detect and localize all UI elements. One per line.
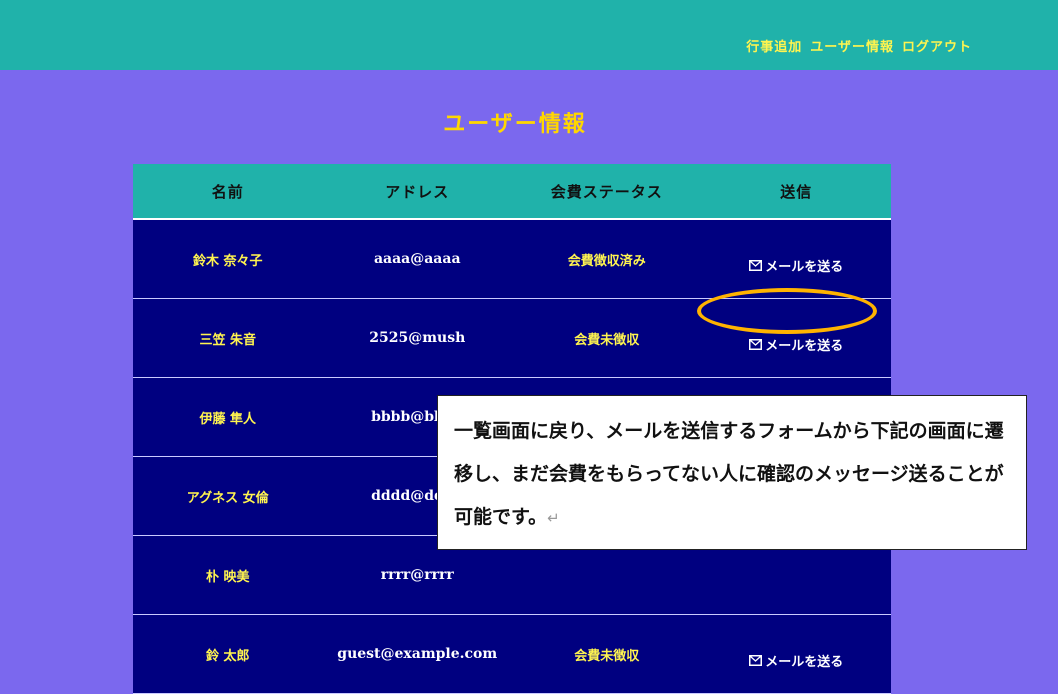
send-mail-label: メールを送る <box>765 339 844 354</box>
table-header-row: 名前 アドレス 会費ステータス 送信 <box>133 164 891 220</box>
column-header-send: 送信 <box>701 164 891 220</box>
nav-logout[interactable]: ログアウト <box>902 36 972 55</box>
callout-text: 一覧画面に戻り、メールを送信するフォームから下記の画面に遷移し、まだ会費をもらっ… <box>454 420 1004 528</box>
nav-user-info[interactable]: ユーザー情報 <box>810 36 894 55</box>
envelope-icon <box>749 655 763 666</box>
send-mail-button[interactable]: メールを送る <box>749 651 843 670</box>
envelope-icon <box>749 339 763 350</box>
table-row: 鈴木 奈々子 aaaa@aaaa 会費徴収済みメールを送る <box>133 219 891 299</box>
table-row: 鈴 太郎 guest@example.com 会費未徴収メールを送る <box>133 614 891 694</box>
cell-name: 朴 映美 <box>133 535 323 615</box>
top-header: 行事追加 ユーザー情報 ログアウト <box>0 0 1058 70</box>
cell-email: 2525@mush <box>322 298 512 378</box>
explanation-callout: 一覧画面に戻り、メールを送信するフォームから下記の画面に遷移し、まだ会費をもらっ… <box>437 395 1027 550</box>
highlight-ring <box>697 288 877 334</box>
page-title: ユーザー情報 <box>443 112 587 137</box>
cell-fee-status: 会費徴収済み <box>512 219 702 299</box>
column-header-name: 名前 <box>133 164 323 220</box>
send-mail-label: メールを送る <box>765 655 844 670</box>
cell-email: aaaa@aaaa <box>322 219 512 299</box>
cell-send: メールを送る <box>701 219 891 299</box>
cell-send: メールを送る <box>701 614 891 694</box>
send-mail-button[interactable]: メールを送る <box>749 256 843 275</box>
nav-menu: 行事追加 ユーザー情報 ログアウト <box>746 36 972 55</box>
envelope-icon <box>749 260 763 271</box>
send-mail-label: メールを送る <box>765 260 844 275</box>
cell-name: 伊藤 隼人 <box>133 377 323 457</box>
cell-name: アグネス 女倫 <box>133 456 323 536</box>
cell-name: 鈴木 奈々子 <box>133 219 323 299</box>
cell-fee-status: 会費未徴収 <box>512 298 702 378</box>
column-header-status: 会費ステータス <box>512 164 702 220</box>
return-mark: ↵ <box>547 509 560 527</box>
send-mail-button[interactable]: メールを送る <box>749 335 843 354</box>
cell-name: 鈴 太郎 <box>133 614 323 694</box>
nav-add-event[interactable]: 行事追加 <box>746 36 802 55</box>
cell-email: guest@example.com <box>322 614 512 694</box>
column-header-address: アドレス <box>322 164 512 220</box>
cell-name: 三笠 朱音 <box>133 298 323 378</box>
cell-fee-status: 会費未徴収 <box>512 614 702 694</box>
